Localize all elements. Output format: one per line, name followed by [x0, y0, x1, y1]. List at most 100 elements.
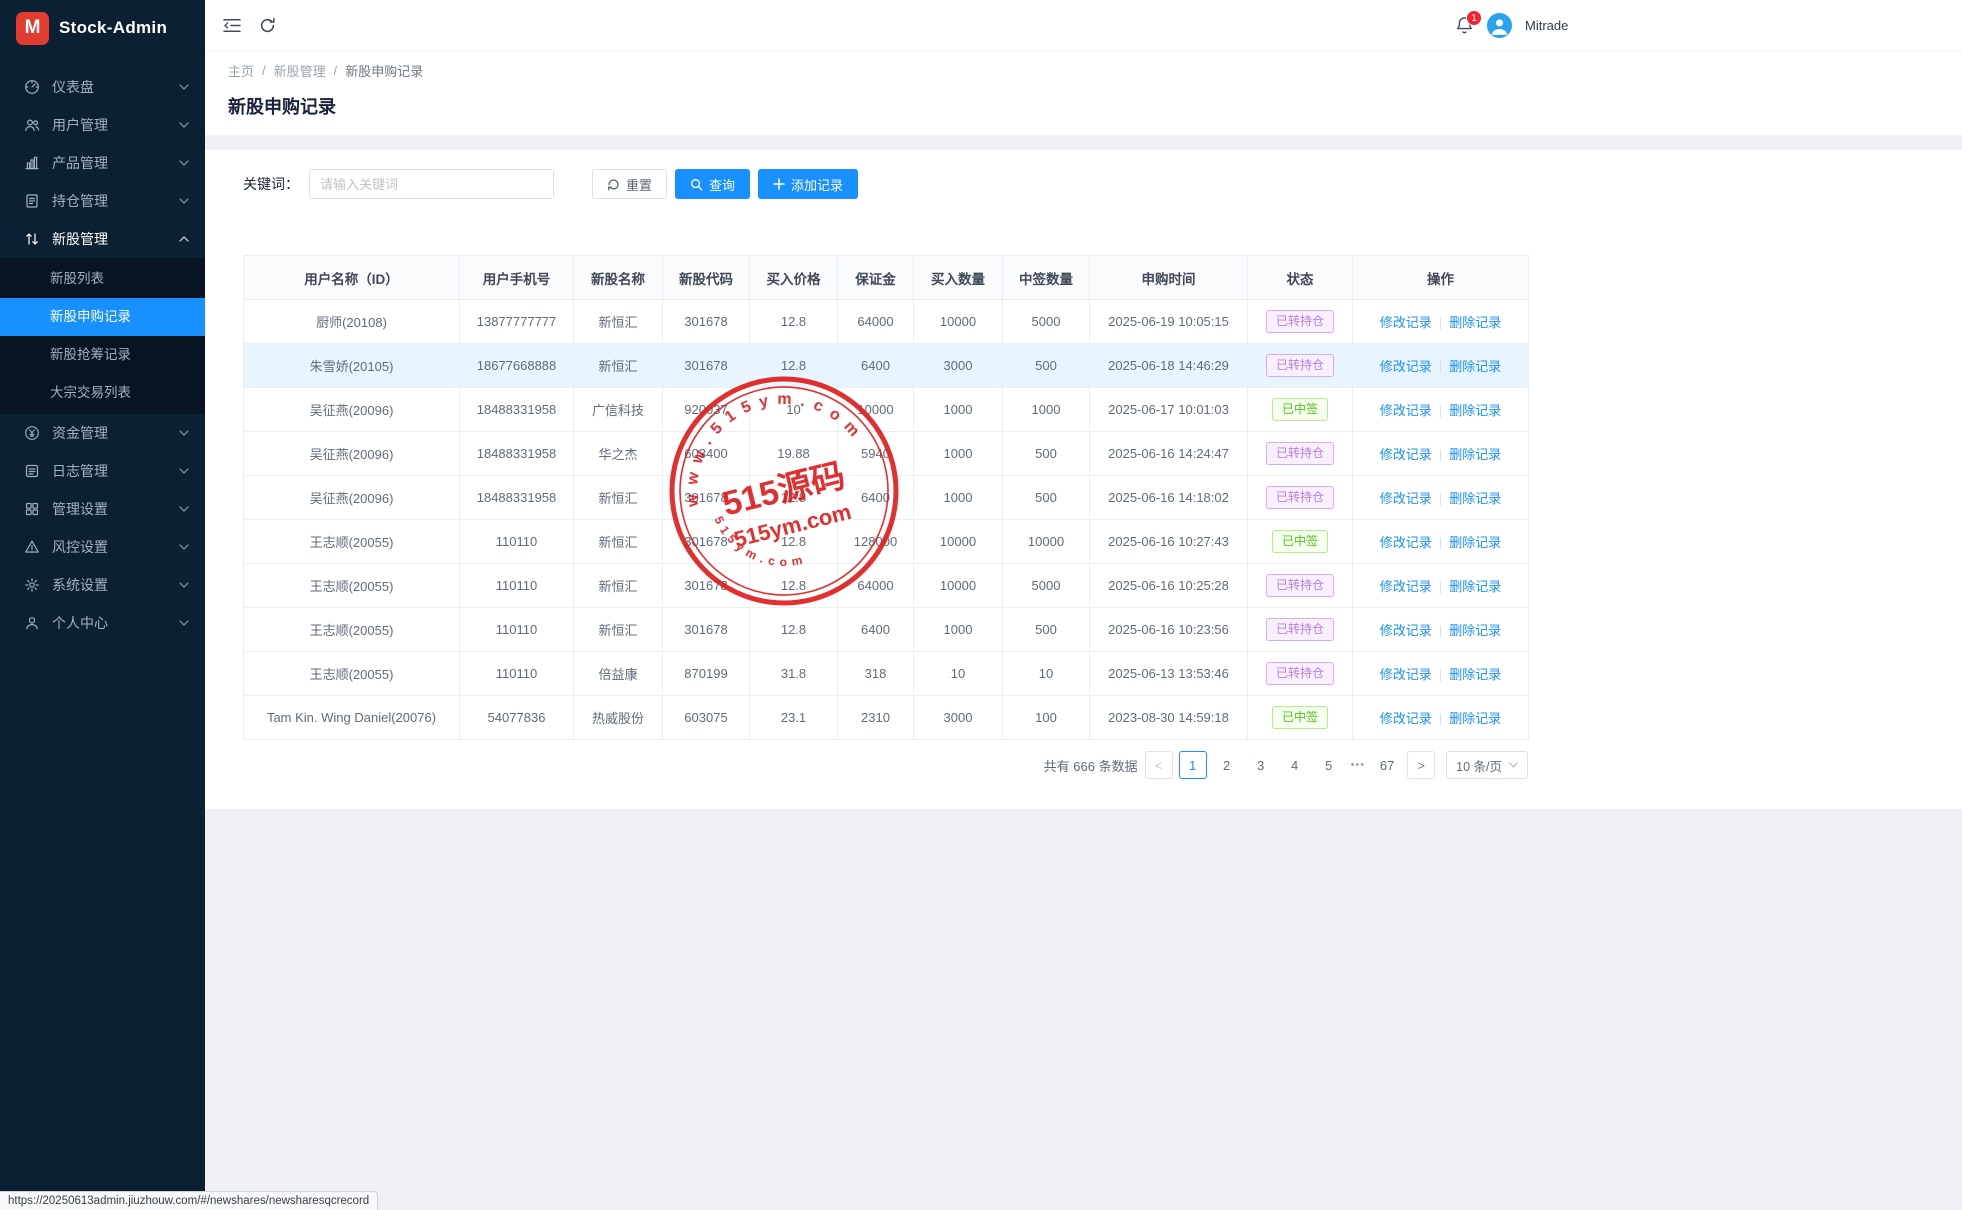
newshares-icon	[24, 231, 41, 248]
delete-record-link[interactable]: 删除记录	[1449, 315, 1501, 330]
delete-record-link[interactable]: 删除记录	[1449, 667, 1501, 682]
pagination-page-67[interactable]: 67	[1373, 751, 1401, 779]
edit-record-link[interactable]: 修改记录	[1380, 579, 1432, 594]
sidebar-item-system-settings[interactable]: 系统设置	[0, 566, 205, 604]
edit-record-link[interactable]: 修改记录	[1380, 623, 1432, 638]
notifications-button[interactable]: 1	[1455, 16, 1474, 35]
sidebar-item-fund-management[interactable]: 资金管理	[0, 414, 205, 452]
search-button[interactable]: 查询	[675, 169, 750, 199]
pagination-pages: <12345•••67>	[1145, 751, 1436, 779]
delete-record-link[interactable]: 删除记录	[1449, 623, 1501, 638]
table-row: 吴征燕(20096)18488331958华之杰60340019.8859401…	[244, 432, 1529, 476]
cell-user: 吴征燕(20096)	[244, 432, 460, 476]
cell-actions: 修改记录|删除记录	[1353, 432, 1529, 476]
delete-record-link[interactable]: 删除记录	[1449, 447, 1501, 462]
cell-phone: 18488331958	[460, 476, 574, 520]
pagination-page-5[interactable]: 5	[1315, 751, 1343, 779]
plus-icon	[773, 178, 785, 190]
add-record-button[interactable]: 添加记录	[758, 169, 858, 199]
chevron-down-icon	[1509, 762, 1518, 768]
pagination-page-1[interactable]: 1	[1179, 751, 1207, 779]
edit-record-link[interactable]: 修改记录	[1380, 711, 1432, 726]
cell-margin: 10000	[838, 388, 914, 432]
delete-record-link[interactable]: 删除记录	[1449, 579, 1501, 594]
edit-record-link[interactable]: 修改记录	[1380, 667, 1432, 682]
cell-win_qty: 500	[1003, 476, 1090, 520]
username[interactable]: Mitrade	[1525, 18, 1568, 33]
cell-phone: 110110	[460, 652, 574, 696]
cell-phone: 18488331958	[460, 432, 574, 476]
delete-record-link[interactable]: 删除记录	[1449, 711, 1501, 726]
cell-margin: 318	[838, 652, 914, 696]
pagination-prev-button[interactable]: <	[1145, 751, 1173, 779]
sidebar-item-user-management[interactable]: 用户管理	[0, 106, 205, 144]
edit-record-link[interactable]: 修改记录	[1380, 447, 1432, 462]
edit-record-link[interactable]: 修改记录	[1380, 403, 1432, 418]
cell-margin: 64000	[838, 564, 914, 608]
sidebar-item-label: 用户管理	[52, 115, 179, 135]
sidebar-item-personal-center[interactable]: 个人中心	[0, 604, 205, 642]
status-badge: 已中签	[1272, 706, 1328, 729]
cell-code: 603400	[663, 432, 750, 476]
delete-record-link[interactable]: 删除记录	[1449, 491, 1501, 506]
breadcrumb-item-1[interactable]: 新股管理	[274, 61, 326, 80]
cell-stock: 热威股份	[574, 696, 663, 740]
sidebar-subitem-newshare-grab-records[interactable]: 新股抢筹记录	[0, 336, 205, 374]
pagination-page-2[interactable]: 2	[1213, 751, 1241, 779]
keyword-input[interactable]	[309, 169, 554, 199]
sidebar-item-risk-settings[interactable]: 风控设置	[0, 528, 205, 566]
cell-code: 870199	[663, 652, 750, 696]
cell-stock: 新恒汇	[574, 608, 663, 652]
pagination-page-4[interactable]: 4	[1281, 751, 1309, 779]
edit-record-link[interactable]: 修改记录	[1380, 315, 1432, 330]
cell-time: 2025-06-16 14:24:47	[1090, 432, 1248, 476]
edit-record-link[interactable]: 修改记录	[1380, 359, 1432, 374]
table-row: Tam Kin. Wing Daniel(20076)54077836热威股份6…	[244, 696, 1529, 740]
action-divider: |	[1439, 359, 1442, 374]
chevron-down-icon	[179, 582, 189, 588]
sidebar-item-product-management[interactable]: 产品管理	[0, 144, 205, 182]
sidebar-item-dashboard[interactable]: 仪表盘	[0, 68, 205, 106]
pagination-page-3[interactable]: 3	[1247, 751, 1275, 779]
sidebar-subitem-block-trade-list[interactable]: 大宗交易列表	[0, 374, 205, 412]
column-header: 新股代码	[663, 256, 750, 300]
sidebar-item-label: 系统设置	[52, 575, 179, 595]
action-divider: |	[1439, 667, 1442, 682]
column-header: 用户名称（ID）	[244, 256, 460, 300]
status-badge: 已转持仓	[1266, 354, 1334, 377]
page-size-select[interactable]: 10 条/页	[1446, 751, 1528, 779]
cell-win_qty: 5000	[1003, 300, 1090, 344]
cell-margin: 2310	[838, 696, 914, 740]
edit-record-link[interactable]: 修改记录	[1380, 491, 1432, 506]
cell-user: 厨师(20108)	[244, 300, 460, 344]
delete-record-link[interactable]: 删除记录	[1449, 359, 1501, 374]
edit-record-link[interactable]: 修改记录	[1380, 535, 1432, 550]
sidebar-item-label: 持仓管理	[52, 191, 179, 211]
collapse-sidebar-icon[interactable]	[223, 18, 241, 33]
delete-record-link[interactable]: 删除记录	[1449, 403, 1501, 418]
action-divider: |	[1439, 403, 1442, 418]
breadcrumb-item-0[interactable]: 主页	[228, 61, 254, 80]
column-header: 操作	[1353, 256, 1529, 300]
table-row: 吴征燕(20096)18488331958新恒汇30167812.8640010…	[244, 476, 1529, 520]
logo[interactable]: M Stock-Admin	[0, 0, 205, 56]
sidebar-item-admin-settings[interactable]: 管理设置	[0, 490, 205, 528]
sidebar-item-newshare-management[interactable]: 新股管理	[0, 220, 205, 258]
column-header: 用户手机号	[460, 256, 574, 300]
delete-record-link[interactable]: 删除记录	[1449, 535, 1501, 550]
column-header: 状态	[1248, 256, 1353, 300]
pagination-next-button[interactable]: >	[1407, 751, 1435, 779]
cell-status: 已中签	[1248, 520, 1353, 564]
sidebar-subitem-newshare-subscribe-records[interactable]: 新股申购记录	[0, 298, 205, 336]
avatar[interactable]	[1487, 13, 1512, 38]
sidebar-item-position-management[interactable]: 持仓管理	[0, 182, 205, 220]
reset-button[interactable]: 重置	[592, 169, 667, 199]
page-head: 主页/新股管理/新股申购记录 新股申购记录	[205, 50, 1962, 135]
dashboard-icon	[24, 79, 41, 96]
sidebar-item-log-management[interactable]: 日志管理	[0, 452, 205, 490]
cell-buy_qty: 10000	[914, 520, 1003, 564]
table-row: 厨师(20108)13877777777新恒汇30167812.86400010…	[244, 300, 1529, 344]
refresh-icon[interactable]	[259, 17, 276, 34]
cell-price: 12.8	[750, 520, 838, 564]
sidebar-subitem-newshare-list[interactable]: 新股列表	[0, 260, 205, 298]
